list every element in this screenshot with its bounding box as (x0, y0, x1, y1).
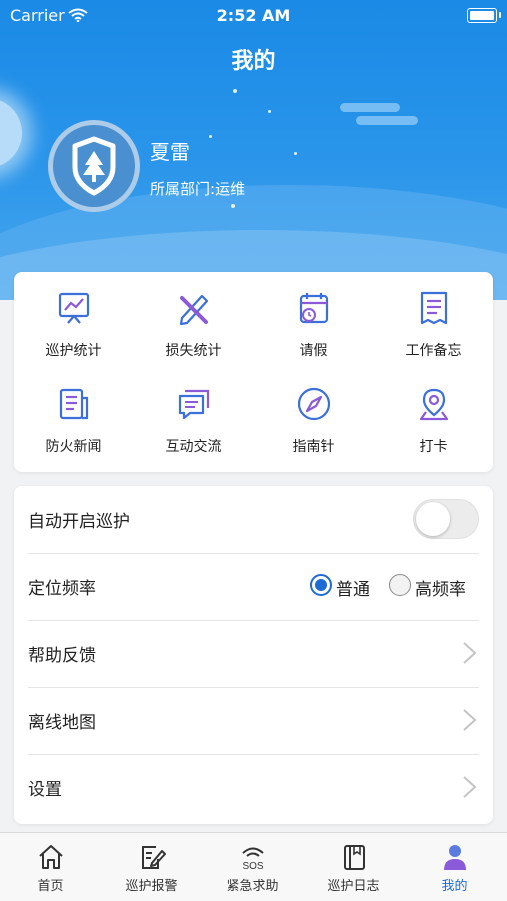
grid-item-label: 损失统计 (165, 343, 222, 359)
function-grid: 巡护统计 损失统计 请假 工作备忘 防火新闻 互动交流 指南针 打卡 (14, 272, 493, 472)
shield-logo-icon (72, 136, 116, 196)
grid-item-label: 请假 (299, 343, 328, 359)
tab-home[interactable]: 首页 (0, 833, 101, 901)
help-feedback-row[interactable]: 帮助反馈 (28, 620, 479, 688)
tab-label: 巡护日志 (327, 879, 380, 894)
settings-row[interactable]: 设置 (28, 754, 479, 821)
compass-icon (297, 387, 331, 421)
page-title: 我的 (231, 49, 276, 74)
status-bar: Carrier 2:52 AM (0, 0, 507, 30)
frequency-option-label: 高频率 (415, 580, 466, 600)
grid-item-fire-news[interactable]: 防火新闻 (14, 368, 133, 464)
svg-text:SOS: SOS (242, 861, 263, 871)
calendar-clock-icon (299, 293, 329, 324)
grid-item-loss-stats[interactable]: 损失统计 (134, 272, 253, 368)
auto-patrol-label: 自动开启巡护 (28, 512, 130, 532)
location-frequency-row: 定位频率 普通 高频率 (28, 553, 479, 621)
cloud-decoration (356, 116, 418, 125)
profile-header: Carrier 2:52 AM 我的 夏雷 所属部门:运维 (0, 0, 507, 300)
news-icon (59, 388, 89, 420)
grid-item-interaction[interactable]: 互动交流 (134, 368, 253, 464)
star-decoration (268, 110, 271, 113)
grid-item-patrol-stats[interactable]: 巡护统计 (14, 272, 133, 368)
frequency-option-label: 普通 (336, 580, 370, 600)
tab-label: 首页 (37, 879, 64, 894)
tab-patrol-alarm[interactable]: 巡护报警 (101, 833, 202, 901)
grid-item-check-in[interactable]: 打卡 (374, 368, 493, 464)
radio-unselected-icon (389, 574, 411, 596)
bottom-tab-bar: 首页 巡护报警 SOS 紧急求助 巡护日志 我的 (0, 832, 507, 901)
logbook-icon (344, 845, 365, 870)
grid-item-label: 指南针 (292, 439, 335, 455)
offline-map-label: 离线地图 (28, 713, 96, 733)
location-pin-icon (419, 388, 449, 421)
offline-map-row[interactable]: 离线地图 (28, 687, 479, 755)
star-decoration (294, 152, 297, 155)
pencil-ruler-icon (179, 294, 209, 326)
home-icon (39, 845, 63, 869)
grid-item-label: 打卡 (419, 439, 448, 455)
tab-label: 我的 (441, 879, 468, 894)
grid-item-label: 工作备忘 (405, 343, 462, 359)
tab-emergency[interactable]: SOS 紧急求助 (202, 833, 303, 901)
department-label: 所属部门: (150, 180, 216, 198)
star-decoration (233, 89, 237, 93)
settings-list: 自动开启巡护 定位频率 普通 高频率 帮助反馈 离线地图 设置 (14, 486, 493, 824)
chevron-right-icon (463, 709, 477, 731)
memo-icon (420, 291, 448, 325)
grid-item-label: 互动交流 (165, 439, 222, 455)
auto-patrol-row: 自动开启巡护 (28, 486, 479, 554)
frequency-option-normal[interactable]: 普通 (310, 572, 390, 600)
battery-icon (467, 8, 501, 23)
tab-mine[interactable]: 我的 (404, 833, 505, 901)
report-edit-icon (142, 846, 166, 869)
chevron-right-icon (463, 642, 477, 664)
clock: 2:52 AM (216, 6, 291, 25)
star-decoration (231, 204, 235, 208)
chat-icon (178, 389, 210, 420)
settings-label: 设置 (28, 780, 62, 800)
auto-patrol-toggle[interactable] (413, 499, 479, 539)
tab-label: 紧急求助 (226, 879, 279, 894)
grid-item-label: 防火新闻 (45, 439, 102, 455)
tab-label: 巡护报警 (125, 879, 178, 894)
sos-icon: SOS (242, 847, 264, 871)
user-icon (444, 845, 466, 870)
radio-selected-icon (310, 574, 332, 596)
tab-patrol-log[interactable]: 巡护日志 (303, 833, 404, 901)
location-frequency-label: 定位频率 (28, 579, 96, 599)
help-feedback-label: 帮助反馈 (28, 646, 96, 666)
department-value: 运维 (215, 180, 246, 198)
star-decoration (209, 135, 212, 138)
user-name: 夏雷 (150, 140, 190, 164)
cloud-decoration (340, 103, 400, 112)
header-sun-decoration (0, 98, 22, 168)
chart-board-icon (58, 292, 90, 324)
grid-item-leave[interactable]: 请假 (254, 272, 373, 368)
grid-item-work-memo[interactable]: 工作备忘 (374, 272, 493, 368)
user-department: 所属部门:运维 (150, 178, 245, 199)
avatar[interactable] (48, 120, 140, 212)
frequency-option-high[interactable]: 高频率 (389, 572, 481, 600)
chevron-right-icon (463, 776, 477, 798)
grid-item-compass[interactable]: 指南针 (254, 368, 373, 464)
grid-item-label: 巡护统计 (45, 343, 102, 359)
